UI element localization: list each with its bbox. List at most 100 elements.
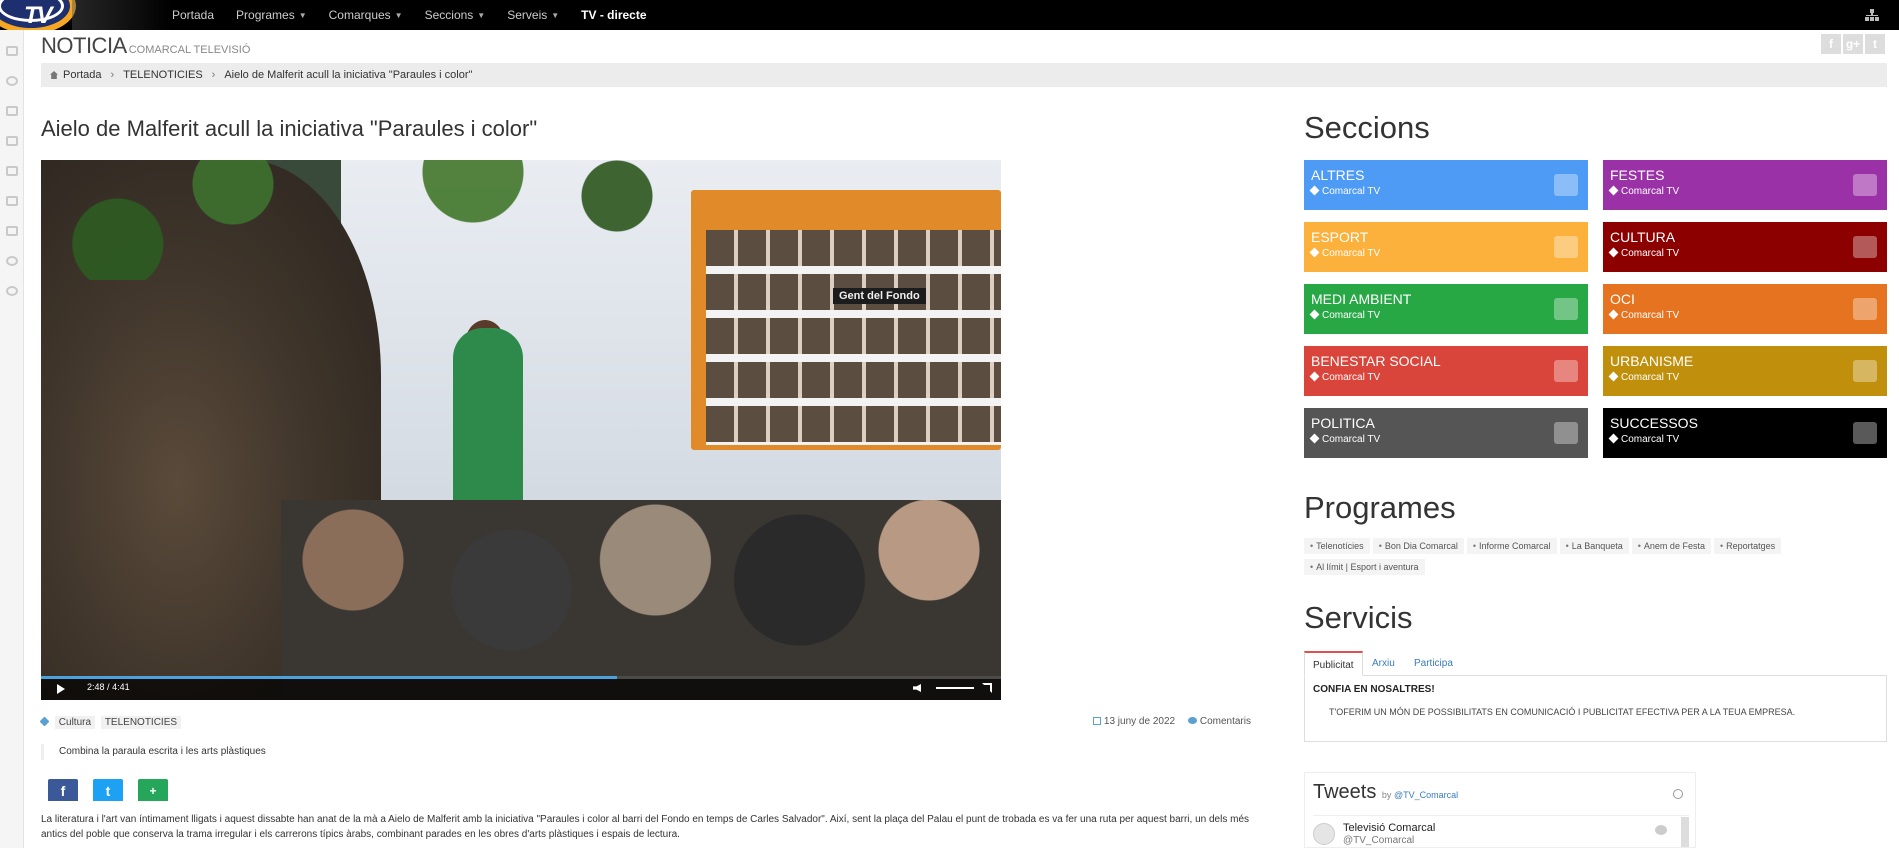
nav-item-serveis[interactable]: Serveis ▼ <box>507 8 559 22</box>
video-board-label: Gent del Fondo <box>833 288 926 304</box>
section-name: ALTRES <box>1311 167 1365 183</box>
section-sub: Comarcal TV <box>1610 186 1887 197</box>
tweet-account-handle: @TV_Comarcal <box>1343 835 1415 846</box>
section-name: ESPORT <box>1311 229 1369 245</box>
tweets-scrollbar[interactable] <box>1681 817 1689 847</box>
section-tile-cultura[interactable]: CULTURA Comarcal TV <box>1603 222 1887 272</box>
share-twitter-button[interactable]: t <box>93 779 123 801</box>
program-chip[interactable]: Informe Comarcal <box>1466 538 1557 554</box>
info-icon[interactable] <box>1673 789 1683 799</box>
services-tabs: Publicitat Arxiu Participa <box>1304 651 1887 676</box>
facebook-icon[interactable]: f <box>1821 34 1841 54</box>
avatar[interactable] <box>1313 823 1335 845</box>
camera-icon <box>1853 422 1877 444</box>
tweets-handle-link[interactable]: @TV_Comarcal <box>1394 790 1458 800</box>
breadcrumb-current: Aielo de Malferit acull la iniciativa "P… <box>224 69 473 81</box>
nav-item-comarques[interactable]: Comarques ▼ <box>329 8 403 22</box>
program-chip[interactable]: Bon Dia Comarcal <box>1372 538 1464 554</box>
globe-icon <box>1554 174 1578 196</box>
plane-icon <box>1554 298 1578 320</box>
program-chip[interactable]: La Banqueta <box>1559 538 1629 554</box>
section-tile-altres[interactable]: ALTRES Comarcal TV <box>1304 160 1588 210</box>
section-tile-oci[interactable]: OCI Comarcal TV <box>1603 284 1887 334</box>
section-sub: Comarcal TV <box>1311 434 1588 445</box>
tag-telenoticies[interactable]: TELENOTICIES <box>100 716 182 729</box>
sort-icon[interactable] <box>6 166 18 176</box>
article-lead: Combina la paraula escrita i les arts pl… <box>41 744 266 760</box>
list-icon[interactable] <box>6 136 18 146</box>
section-tile-benestar-social[interactable]: BENESTAR SOCIAL Comarcal TV <box>1304 346 1588 396</box>
twitter-icon[interactable]: t <box>1865 34 1885 54</box>
video-icon[interactable] <box>6 106 18 116</box>
comments-link[interactable]: Comentaris <box>1200 716 1251 727</box>
breadcrumb-home[interactable]: Portada <box>63 69 102 81</box>
tweets-widget: Tweets by @TV_Comarcal Televisió Comarca… <box>1304 772 1696 848</box>
program-chip[interactable]: Telenotícies <box>1304 538 1370 554</box>
share-facebook-button[interactable]: f <box>48 779 78 801</box>
sections-title: Seccions <box>1304 110 1430 145</box>
section-tile-esport[interactable]: ESPORT Comarcal TV <box>1304 222 1588 272</box>
video-player[interactable]: Gent del Fondo 2:48 / 4:41 <box>41 160 1001 700</box>
section-sub: Comarcal TV <box>1311 248 1588 259</box>
chevron-down-icon: ▼ <box>551 10 560 20</box>
share-more-button[interactable]: + <box>138 779 168 801</box>
section-tile-medi-ambient[interactable]: MEDI AMBIENT Comarcal TV <box>1304 284 1588 334</box>
nav-item-portada[interactable]: Portada <box>172 8 214 22</box>
service-text: T'OFERIM UN MÓN DE POSSIBILITATS EN COMU… <box>1329 707 1796 717</box>
google-plus-icon[interactable]: g+ <box>1843 34 1863 54</box>
play-icon[interactable] <box>57 684 65 694</box>
section-name: URBANISME <box>1610 353 1694 369</box>
eye-icon[interactable] <box>6 256 18 266</box>
tag-cultura[interactable]: Cultura <box>54 716 96 729</box>
tab-participa[interactable]: Participa <box>1406 651 1461 676</box>
section-tile-festes[interactable]: FESTES Comarcal TV <box>1603 160 1887 210</box>
volume-slider[interactable] <box>936 687 974 689</box>
program-chip[interactable]: Al límit | Esport i aventura <box>1304 559 1425 575</box>
main-nav: Portada Programes ▼ Comarques ▼ Seccions ▼ … <box>172 0 669 30</box>
trophy-icon <box>1554 236 1578 258</box>
volume-icon[interactable] <box>913 684 921 692</box>
music-icon <box>1554 360 1578 382</box>
services-title: Servicis <box>1304 600 1413 635</box>
sitemap-icon[interactable] <box>1865 9 1879 21</box>
article-meta: Cultura TELENOTICIES 13 juny de 2022 Com… <box>39 716 1251 732</box>
nav-item-seccions[interactable]: Seccions ▼ <box>425 8 486 22</box>
tab-arxiu[interactable]: Arxiu <box>1364 651 1403 676</box>
section-name: OCI <box>1610 291 1635 307</box>
menu-icon[interactable] <box>6 46 18 56</box>
section-tile-politica[interactable]: POLITICA Comarcal TV <box>1304 408 1588 458</box>
comment-icon <box>1187 717 1197 724</box>
nav-item-tv-directe[interactable]: TV - directe <box>581 8 646 22</box>
fullscreen-icon[interactable] <box>982 683 992 693</box>
program-chip[interactable]: Anem de Festa <box>1631 538 1711 554</box>
section-name: MEDI AMBIENT <box>1311 291 1412 307</box>
calendar-icon <box>1092 717 1101 725</box>
section-tile-urbanisme[interactable]: URBANISME Comarcal TV <box>1603 346 1887 396</box>
bullhorn-icon <box>1853 174 1877 196</box>
section-sub: Comarcal TV <box>1610 248 1887 259</box>
section-sub: Comarcal TV <box>1610 434 1887 445</box>
breadcrumb: Portada › TELENOTICIES › Aielo de Malfer… <box>41 63 1887 87</box>
drop-icon[interactable] <box>6 286 18 296</box>
section-name: SUCCESSOS <box>1610 415 1698 431</box>
left-icon-sidebar <box>0 30 24 848</box>
video-progress-bar[interactable] <box>41 676 1001 679</box>
article-title: Aielo de Malferit acull la iniciativa "P… <box>41 116 538 141</box>
share-buttons: f t + <box>48 779 183 801</box>
section-name: CULTURA <box>1610 229 1676 245</box>
nav-item-programes[interactable]: Programes ▼ <box>236 8 307 22</box>
section-tile-successos[interactable]: SUCCESSOS Comarcal TV <box>1603 408 1887 458</box>
binoculars-icon[interactable] <box>6 196 18 206</box>
service-heading: CONFIA EN NOSALTRES! <box>1313 684 1435 695</box>
search-icon[interactable] <box>6 76 18 86</box>
tab-publicitat[interactable]: Publicitat <box>1304 651 1363 676</box>
programs-list: TelenotíciesBon Dia ComarcalInforme Coma… <box>1304 538 1824 580</box>
section-name: POLITICA <box>1311 415 1375 431</box>
program-chip[interactable]: Reportatges <box>1713 538 1782 554</box>
archive-icon[interactable] <box>6 226 18 236</box>
section-sub: Comarcal TV <box>1311 310 1588 321</box>
gavel-icon <box>1554 422 1578 444</box>
chevron-down-icon: ▼ <box>298 10 307 20</box>
tweet-account-name[interactable]: Televisió Comarcal <box>1343 822 1435 834</box>
breadcrumb-section[interactable]: TELENOTICIES <box>123 69 202 81</box>
